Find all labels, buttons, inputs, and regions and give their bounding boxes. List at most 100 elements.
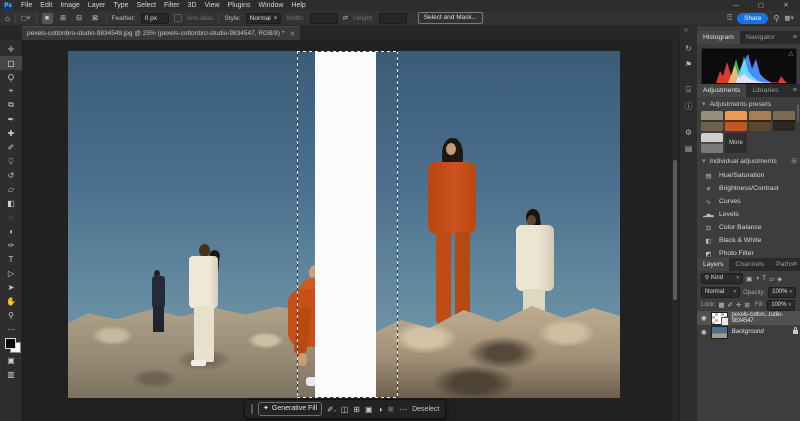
filter-adjustment-icon[interactable]: ◑ [755,275,759,282]
brush-tool[interactable]: ✐ [0,140,22,154]
lasso-tool[interactable]: Ϙ [0,70,22,84]
export-icon[interactable]: ⍈ [680,82,697,98]
color-swatches[interactable] [0,337,21,353]
taskbar-drag-handle[interactable] [251,404,253,414]
new-selection-mode[interactable]: ■ [42,13,53,24]
width-input[interactable] [310,13,338,24]
height-input[interactable] [379,13,407,24]
filter-shape-icon[interactable]: ▱ [769,275,774,283]
layer-visibility-icon[interactable]: ◉ [701,314,707,322]
menu-window[interactable]: Window [255,0,288,11]
menu-type[interactable]: Type [109,0,132,11]
home-icon[interactable]: ⌂ [5,14,10,23]
menu-plugins[interactable]: Plugins [224,0,255,11]
swap-dimensions-icon[interactable]: ⇄ [343,14,348,22]
feather-input[interactable]: 0 px [141,13,169,24]
filter-pixel-icon[interactable]: ▣ [746,275,752,283]
layer-row-generated[interactable]: ◉ pexels-cotton...tudio-9834547 [697,311,800,325]
adjustment-brightness-contrast[interactable]: ☀ Brightness/Contrast [697,182,800,195]
layer-row-background[interactable]: ◉ Background [697,325,800,339]
libraries-icon[interactable]: ▤ [680,140,697,156]
brush-selection-icon[interactable]: ✐▾ [327,405,336,414]
tab-adjustments[interactable]: Adjustments [697,84,746,97]
hand-tool[interactable]: ✋ [0,294,22,308]
direct-selection-tool[interactable]: ➤ [0,280,22,294]
lock-artboard-icon[interactable]: ⊞ [744,301,749,309]
object-selection-tool[interactable]: ⌖ [0,84,22,98]
lock-transparent-icon[interactable]: ▦ [718,301,724,309]
share-button[interactable]: Share [737,13,768,24]
intersect-selection-mode[interactable]: ⊠ [90,13,101,24]
canvas-scrollbar-thumb[interactable] [673,160,677,300]
eyedropper-tool[interactable]: ✒ [0,112,22,126]
panel-scrollbar-thumb[interactable] [797,104,799,122]
adjustment-levels[interactable]: ▂▅▃ Levels [697,208,800,221]
edit-toolbar-icon[interactable]: ⋯ [0,322,22,336]
tab-close-icon[interactable]: ✕ [289,30,295,38]
adjustment-color-balance[interactable]: ⚖ Color Balance [697,221,800,234]
tab-histogram[interactable]: Histogram [697,31,740,44]
preset-thumbnail[interactable] [773,111,795,131]
panel-menu-icon[interactable]: ≡ [793,31,797,44]
menu-help[interactable]: Help [287,0,309,11]
more-options-icon[interactable]: ⋯ [399,405,407,414]
select-and-mask-button[interactable]: Select and Mask... [418,12,483,24]
filter-type-icon[interactable]: T [762,275,766,282]
marquee-tool[interactable]: ▢ [0,56,22,70]
preset-thumbnail[interactable] [725,111,747,131]
blur-tool[interactable]: ◌ [0,210,22,224]
tab-channels[interactable]: Channels [729,258,770,271]
pen-tool[interactable]: ✑ [0,238,22,252]
panel-menu-icon[interactable]: ≡ [793,84,797,97]
individual-adjustments-header[interactable]: ▾ Individual adjustments ⊞ [697,153,800,169]
menu-layer[interactable]: Layer [84,0,110,11]
blend-mode-select[interactable]: Normal ▾ [701,287,740,298]
close-button[interactable]: ✕ [776,1,796,9]
opacity-select[interactable]: 100% ▾ [768,287,796,298]
preset-thumbnail[interactable] [701,133,723,153]
history-brush-tool[interactable]: ↺ [0,168,22,182]
adjustments-presets-header[interactable]: ▾ Adjustments presets [697,97,800,111]
layer-visibility-icon[interactable]: ◉ [701,328,707,336]
publish-icon[interactable]: ⍐ [727,13,732,23]
grid-view-icon[interactable]: ⊞ [791,155,797,168]
adjustment-curves[interactable]: ∿ Curves [697,195,800,208]
menu-filter[interactable]: Filter [160,0,184,11]
menu-image[interactable]: Image [56,0,83,11]
minimize-button[interactable]: — [726,2,746,9]
kind-filter-select[interactable]: ⚲ Kind ▾ [701,273,743,284]
menu-edit[interactable]: Edit [36,0,56,11]
add-selection-mode[interactable]: ⊞ [58,13,69,24]
type-tool[interactable]: T [0,252,22,266]
feather-icon[interactable]: ❋ [387,405,394,414]
menu-view[interactable]: View [201,0,224,11]
menu-select[interactable]: Select [133,0,160,11]
generative-fill-button[interactable]: ✦ Generative Fill [258,402,322,416]
history-icon[interactable]: ↻ [680,40,697,56]
layer-name[interactable]: pexels-cotton...tudio-9834547 [732,312,800,324]
screen-mode-icon[interactable]: ▥ [0,367,22,381]
crop-tool[interactable]: ⧉ [0,98,22,112]
collapse-dock-icon[interactable]: « [684,27,688,34]
tab-navigator[interactable]: Navigator [740,31,781,44]
panel-menu-icon[interactable]: ≡ [793,258,797,271]
layer-thumbnail[interactable] [711,326,728,339]
presets-more-button[interactable]: More [725,133,747,153]
dodge-tool[interactable]: ◖ [0,224,22,238]
lock-position-icon[interactable]: ✛ [736,301,741,309]
move-tool[interactable]: ✛ [0,42,22,56]
select-subject-icon[interactable]: ◫ [341,405,349,414]
restore-button[interactable]: ▢ [751,1,771,9]
fill-selection-icon[interactable]: ▣ [365,405,373,414]
menu-file[interactable]: File [17,0,36,11]
lock-pixels-icon[interactable]: ✐ [728,301,733,309]
document-tab[interactable]: pexels-cottonbro-studio-9834549.jpg @ 25… [22,26,300,40]
adjustment-black-white[interactable]: ◧ Black & White [697,234,800,247]
layer-thumbnail[interactable] [711,312,728,325]
adjustment-hue-saturation[interactable]: ▤ Hue/Saturation [697,169,800,182]
tool-preset-icon[interactable]: ▢▾ [21,14,31,22]
style-select[interactable]: Normal▾ [246,13,281,24]
anti-alias-checkbox[interactable] [174,14,182,22]
preset-thumbnail[interactable] [749,111,771,131]
transform-icon[interactable]: ⊞ [353,405,360,414]
